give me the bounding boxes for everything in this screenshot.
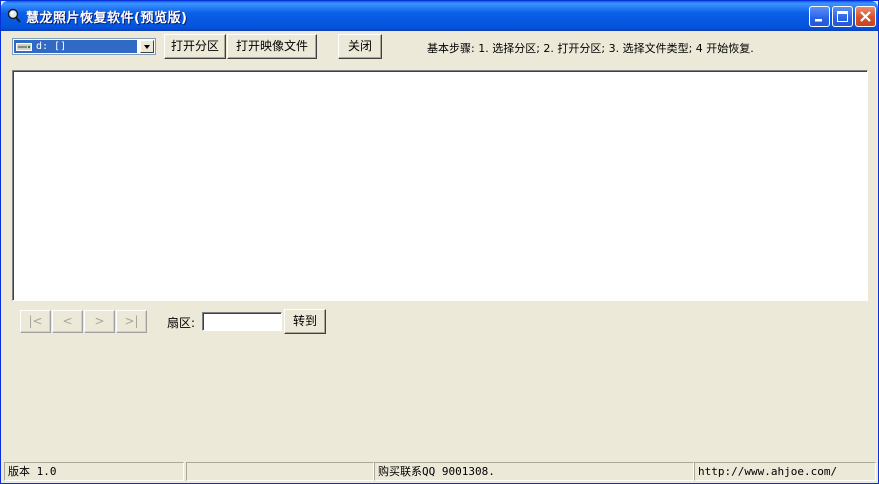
drive-select[interactable]: d: [] (12, 38, 156, 55)
client-area: d: [] 打开分区 打开映像文件 关闭 基本步骤: 1. 选择分区; 2. 打… (2, 31, 878, 483)
open-image-file-button[interactable]: 打开映像文件 (227, 34, 317, 59)
maximize-button[interactable] (832, 6, 853, 27)
window-title: 慧龙照片恢复软件(预览版) (26, 11, 188, 26)
previous-page-button[interactable]: < (52, 310, 83, 333)
close-button[interactable]: 关闭 (338, 34, 382, 59)
last-page-button[interactable]: >| (116, 310, 147, 333)
chevron-down-icon (144, 45, 150, 49)
basic-steps-text: 基本步骤: 1. 选择分区; 2. 打开分区; 3. 选择文件类型; 4 开始恢… (427, 42, 754, 55)
status-url: http://www.ahjoe.com/ (694, 462, 876, 481)
content-panel[interactable] (12, 70, 868, 301)
app-window: 慧龙照片恢复软件(预览版) d: [] 打开分区 打开映像文件 关闭 基本步骤:… (0, 0, 879, 484)
status-bar: 版本 1.0 购买联系QQ 9001308. http://www.ahjoe.… (2, 461, 878, 483)
minimize-button[interactable] (809, 6, 830, 27)
title-bar[interactable]: 慧龙照片恢复软件(预览版) (1, 1, 878, 31)
drive-select-value: d: [] (14, 40, 137, 53)
maximize-icon (837, 11, 848, 22)
first-page-button[interactable]: |< (20, 310, 51, 333)
drive-select-dropdown-button[interactable] (140, 40, 154, 53)
status-contact: 购买联系QQ 9001308. (374, 462, 694, 481)
next-page-button[interactable]: > (84, 310, 115, 333)
minimize-icon (815, 19, 822, 22)
open-partition-button[interactable]: 打开分区 (164, 34, 226, 59)
goto-button[interactable]: 转到 (284, 309, 326, 334)
status-version: 版本 1.0 (4, 462, 184, 481)
status-empty-panel (186, 462, 374, 481)
sector-input[interactable] (202, 312, 282, 331)
drive-select-text: d: [] (36, 41, 67, 52)
magnifier-app-icon[interactable] (6, 8, 22, 24)
close-window-button[interactable] (855, 6, 876, 27)
close-icon (860, 11, 871, 22)
hard-drive-icon (16, 43, 32, 51)
sector-label: 扇区: (167, 316, 196, 330)
